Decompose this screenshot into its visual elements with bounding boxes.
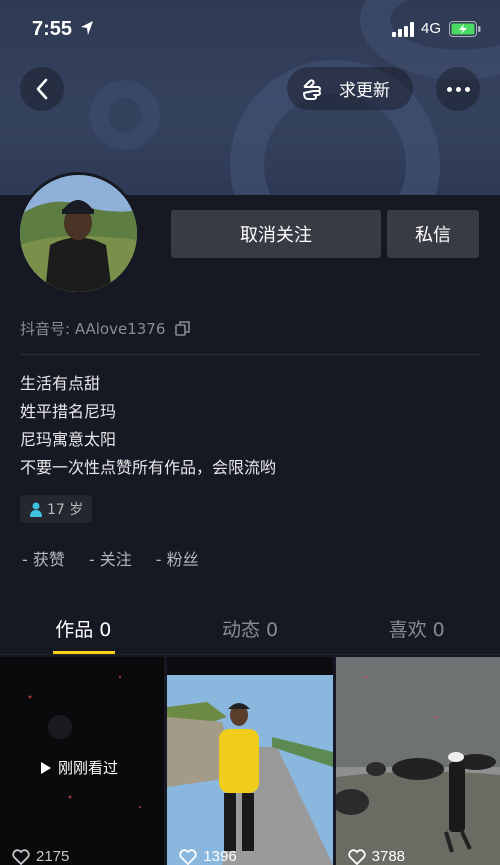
battery-charging-icon xyxy=(449,21,481,37)
more-button[interactable] xyxy=(436,67,480,111)
tab-activity-label: 动态 0 xyxy=(221,619,279,641)
active-tab-indicator xyxy=(53,651,115,654)
like-count-text: 2175 xyxy=(36,848,70,865)
message-button[interactable]: 私信 xyxy=(387,210,479,258)
like-count-text: 3788 xyxy=(371,848,406,865)
tab-activity[interactable]: 动态 0 xyxy=(167,605,334,654)
age-label: 17 岁 xyxy=(47,502,84,518)
tab-liked-label: 喜欢 0 xyxy=(388,619,445,641)
person-icon xyxy=(30,502,42,517)
video-grid: 刚刚看过 2175 1396 3788 xyxy=(0,657,500,865)
recently-viewed-label: 刚刚看过 xyxy=(40,757,118,778)
video-like-count: 2175 xyxy=(12,848,69,865)
request-update-button[interactable]: 求更新 xyxy=(287,67,413,110)
network-type: 4G xyxy=(421,20,442,37)
banner-decoration xyxy=(90,80,160,150)
status-time: 7:55 xyxy=(32,18,73,40)
bio-line: 尼玛寓意太阳 xyxy=(20,430,117,449)
recently-viewed-text: 刚刚看过 xyxy=(58,759,119,777)
video-thumbnail[interactable]: 刚刚看过 2175 xyxy=(0,657,165,865)
video-like-count: 3788 xyxy=(348,848,405,865)
divider xyxy=(20,354,480,355)
avatar-image xyxy=(20,175,137,292)
tab-bar: 作品 0 动态 0 喜欢 0 xyxy=(0,605,500,655)
heart-icon xyxy=(348,848,366,865)
heart-icon xyxy=(179,848,197,865)
video-like-count: 1396 xyxy=(179,848,237,865)
douyin-id: 抖音号: AAlove1376 xyxy=(20,320,166,338)
tab-works-label: 作品 0 xyxy=(55,619,112,641)
signal-icon xyxy=(392,22,414,37)
location-arrow-icon xyxy=(81,21,93,35)
request-update-label: 求更新 xyxy=(339,81,390,101)
bio-line: 姓平措名尼玛 xyxy=(20,402,117,421)
chevron-left-icon xyxy=(36,78,48,100)
thumbnail-image xyxy=(167,657,333,865)
pointing-hand-icon xyxy=(303,78,321,100)
tab-works[interactable]: 作品 0 xyxy=(0,605,167,654)
following-count[interactable]: - 关注 xyxy=(89,546,132,570)
bio-line: 生活有点甜 xyxy=(20,374,101,393)
copy-icon[interactable] xyxy=(175,321,191,336)
bio: 生活有点甜 姓平措名尼玛 尼玛寓意太阳 不要一次性点赞所有作品，会限流哟 xyxy=(20,370,276,482)
heart-icon xyxy=(12,848,30,865)
thumbnail-image xyxy=(335,657,500,865)
avatar[interactable] xyxy=(17,172,140,295)
play-icon xyxy=(41,761,51,774)
tab-liked[interactable]: 喜欢 0 xyxy=(333,605,500,654)
like-count-text: 1396 xyxy=(203,848,237,865)
back-button[interactable] xyxy=(20,67,64,111)
followers-count[interactable]: - 粉丝 xyxy=(156,546,199,570)
more-dot xyxy=(455,86,461,92)
bio-line: 不要一次性点赞所有作品，会限流哟 xyxy=(20,458,277,477)
likes-count[interactable]: - 获赞 xyxy=(22,546,65,570)
more-dot xyxy=(464,86,470,92)
video-thumbnail[interactable]: 1396 xyxy=(167,657,333,865)
age-badge: 17 岁 xyxy=(20,495,93,523)
douyin-id-row[interactable]: 抖音号: AAlove1376 xyxy=(20,318,191,339)
status-bar: 7:55 4G xyxy=(0,0,500,60)
unfollow-button[interactable]: 取消关注 xyxy=(171,210,381,258)
stats-row: - 获赞 - 关注 - 粉丝 xyxy=(22,546,199,570)
video-thumbnail[interactable]: 3788 xyxy=(335,657,500,865)
more-dots-icon xyxy=(446,86,452,92)
